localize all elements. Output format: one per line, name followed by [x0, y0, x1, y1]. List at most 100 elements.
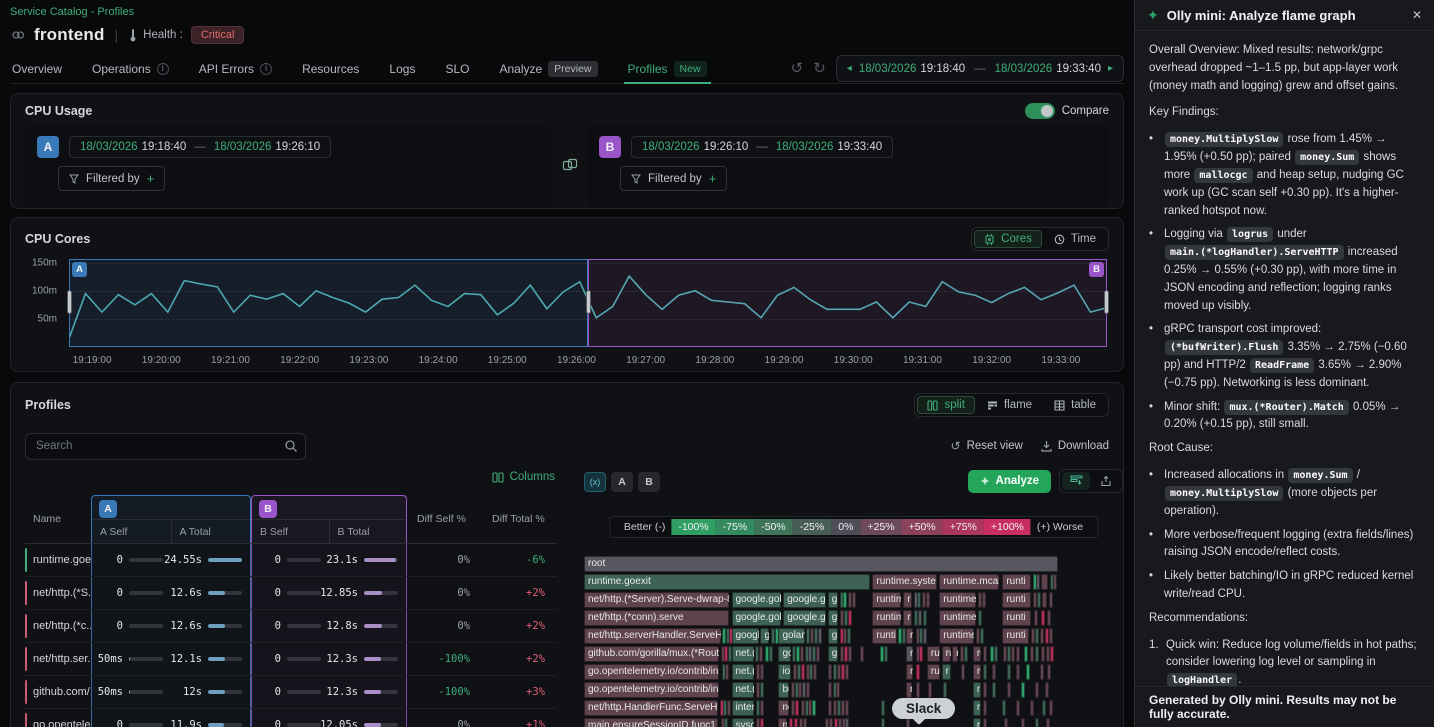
compare-toggle[interactable]: [1025, 103, 1055, 119]
flame-cell[interactable]: [881, 718, 885, 727]
flame-cell[interactable]: r: [906, 646, 913, 662]
panel-b-time-range[interactable]: 18/03/202619:26:10 — 18/03/202619:33:40: [631, 136, 893, 158]
flame-cell[interactable]: runtime.goexit: [584, 574, 870, 590]
flame-cell[interactable]: [760, 682, 764, 698]
tab-slo[interactable]: SLO: [443, 54, 471, 83]
flame-cell[interactable]: [848, 610, 852, 626]
flame-cell[interactable]: [801, 664, 805, 680]
flame-cell[interactable]: [983, 700, 987, 716]
flame-cell[interactable]: runti: [1002, 610, 1030, 626]
flame-cell[interactable]: [725, 664, 729, 680]
table-row[interactable]: net/http.(*c...012.6s012.8s0%+2%: [25, 610, 557, 643]
flame-cell[interactable]: r: [952, 646, 958, 662]
flame-cell[interactable]: net.(*: [732, 682, 754, 698]
view-mode-table[interactable]: table: [1044, 396, 1106, 414]
diff-view-button[interactable]: (x): [584, 472, 606, 492]
flame-cell[interactable]: [1047, 664, 1051, 680]
flame-cell[interactable]: runti: [1002, 592, 1030, 608]
flame-cell[interactable]: g: [828, 646, 838, 662]
flame-cell[interactable]: [847, 628, 851, 644]
flame-cell[interactable]: [843, 592, 847, 608]
table-row[interactable]: runtime.goe...024.55s023.1s0%-6%: [25, 544, 557, 577]
table-row[interactable]: go.opentele...011.9s012.05s0%+1%: [25, 709, 557, 727]
view-mode-split[interactable]: split: [917, 396, 974, 414]
flame-cell[interactable]: r: [903, 610, 912, 626]
column-header-b-total[interactable]: B Total: [329, 519, 407, 543]
flame-cell[interactable]: net.(*: [732, 646, 754, 662]
undo-icon[interactable]: ↺: [791, 61, 804, 76]
tab-profiles[interactable]: ProfilesNew: [626, 54, 709, 83]
flame-cell[interactable]: [828, 700, 832, 716]
flame-cell[interactable]: [795, 700, 799, 716]
flame-cell[interactable]: runtim: [872, 610, 901, 626]
flame-cell[interactable]: google.gol: [732, 610, 782, 626]
flame-cell[interactable]: io.R: [778, 664, 790, 680]
flame-cell[interactable]: [943, 682, 947, 698]
swap-compare-button[interactable]: [562, 157, 578, 178]
flame-cell[interactable]: [1026, 664, 1030, 680]
flame-cell[interactable]: r: [903, 592, 912, 608]
flame-cell[interactable]: [923, 628, 927, 644]
flame-cell[interactable]: [1016, 664, 1020, 680]
flame-cell[interactable]: intern: [732, 700, 754, 716]
flame-cell[interactable]: [1036, 574, 1040, 590]
tab-operations[interactable]: Operationsi: [90, 54, 171, 83]
download-button[interactable]: Download: [1041, 440, 1109, 452]
unit-toggle-cores[interactable]: Cores: [974, 230, 1042, 248]
flame-cell[interactable]: [1041, 646, 1045, 662]
close-icon[interactable]: ✕: [1412, 8, 1422, 22]
flame-cell[interactable]: net/http.serverHandler.ServeH: [584, 628, 721, 644]
flame-cell[interactable]: [1042, 592, 1048, 608]
flame-cell[interactable]: [816, 646, 820, 662]
flame-cell[interactable]: [812, 700, 816, 716]
flame-cell[interactable]: [800, 646, 804, 662]
flame-cell[interactable]: main.ensureSessionID.func1: [584, 718, 718, 727]
flame-cell[interactable]: [1004, 718, 1008, 727]
flame-cell[interactable]: [916, 682, 920, 698]
flame-cell[interactable]: g: [828, 628, 838, 644]
flame-cell[interactable]: r: [906, 664, 913, 680]
tab-analyze[interactable]: AnalyzePreview: [497, 54, 599, 83]
flame-cell[interactable]: [1002, 700, 1006, 716]
flame-b-button[interactable]: B: [638, 472, 660, 492]
flame-cell[interactable]: ne: [778, 718, 787, 727]
flame-cell[interactable]: [1050, 646, 1054, 662]
flame-cell[interactable]: [983, 718, 987, 727]
selection-handle-right[interactable]: [1104, 290, 1109, 314]
flame-cell[interactable]: [916, 664, 920, 680]
unit-toggle-time[interactable]: Time: [1044, 230, 1106, 248]
flame-cell[interactable]: [759, 646, 764, 662]
flame-cell[interactable]: [845, 718, 849, 727]
tab-logs[interactable]: Logs: [387, 54, 417, 83]
flame-cell[interactable]: run: [927, 664, 940, 680]
flame-cell[interactable]: runti: [1002, 628, 1029, 644]
flame-cell[interactable]: [852, 592, 856, 608]
flame-cell[interactable]: [1045, 628, 1049, 644]
flame-cell[interactable]: [1007, 664, 1011, 680]
panel-b-filter-button[interactable]: Filtered by+: [620, 166, 727, 191]
flame-cell[interactable]: [1040, 664, 1044, 680]
flame-cell[interactable]: [1011, 646, 1015, 662]
columns-button[interactable]: Columns: [492, 471, 555, 483]
column-header-diff-self[interactable]: Diff Self %: [407, 495, 482, 543]
flame-cell[interactable]: [980, 628, 984, 644]
flame-cell[interactable]: go.opentelemetry.io/contrib/ins: [584, 664, 719, 680]
flame-cell[interactable]: buf: [778, 682, 788, 698]
chevron-right-icon[interactable]: ▸: [1108, 63, 1113, 74]
flame-cell[interactable]: [760, 718, 764, 727]
flame-cell[interactable]: [1016, 700, 1020, 716]
selection-handle-middle[interactable]: [586, 290, 591, 314]
flame-cell[interactable]: [829, 718, 833, 727]
flame-cell[interactable]: runtime.park_: [939, 592, 976, 608]
flame-cell[interactable]: [1042, 700, 1046, 716]
flame-cell[interactable]: [1046, 718, 1050, 727]
flame-cell[interactable]: [828, 682, 832, 698]
flame-cell[interactable]: [727, 700, 731, 716]
flame-cell[interactable]: g: [760, 628, 769, 644]
flame-a-button[interactable]: A: [611, 472, 633, 492]
flame-cell[interactable]: runtime.find: [939, 628, 974, 644]
flame-cell[interactable]: [992, 682, 996, 698]
flame-cell[interactable]: [1049, 628, 1053, 644]
table-row[interactable]: net/http.(*S...012.6s012.85s0%+2%: [25, 577, 557, 610]
flame-cell[interactable]: [1007, 682, 1011, 698]
